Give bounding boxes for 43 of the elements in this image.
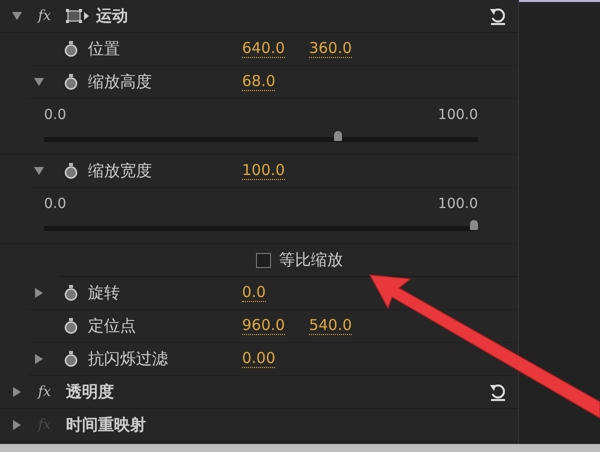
- property-name: 定位点: [88, 316, 137, 336]
- reset-icon[interactable]: [488, 382, 508, 402]
- value-field[interactable]: 640.0: [242, 40, 285, 58]
- collapse-triangle-icon[interactable]: [34, 78, 44, 86]
- fx-badge[interactable]: fx: [38, 8, 60, 24]
- value-field[interactable]: 0.0: [242, 284, 266, 302]
- effect-name: 时间重映射: [66, 414, 146, 436]
- effect-name: 透明度: [66, 382, 114, 402]
- slider-min-label: 0.0: [44, 196, 66, 212]
- collapse-triangle-icon[interactable]: [12, 12, 22, 20]
- fx-badge[interactable]: fx: [38, 384, 60, 400]
- value-field[interactable]: 100.0: [242, 162, 285, 180]
- checkbox[interactable]: [256, 252, 271, 268]
- slider-min-label: 0.0: [44, 107, 66, 123]
- expand-triangle-icon[interactable]: [13, 387, 21, 397]
- slider-thumb[interactable]: [334, 131, 342, 141]
- value-field[interactable]: 960.0: [242, 317, 285, 335]
- checkbox-label: 等比缩放: [279, 250, 343, 270]
- transform-box-icon[interactable]: [66, 9, 90, 23]
- property-name: 位置: [88, 38, 121, 60]
- expand-triangle-icon[interactable]: [35, 288, 43, 298]
- slider-thumb[interactable]: [470, 220, 478, 230]
- stopwatch-icon[interactable]: [64, 41, 78, 57]
- property-name: 抗闪烁过滤: [88, 348, 169, 370]
- stopwatch-icon[interactable]: [64, 163, 78, 179]
- stopwatch-icon[interactable]: [64, 285, 78, 301]
- property-name: 旋转: [88, 282, 121, 304]
- stopwatch-icon[interactable]: [64, 74, 78, 90]
- property-name: 缩放宽度: [88, 160, 153, 182]
- expand-triangle-icon[interactable]: [35, 354, 43, 364]
- collapse-triangle-icon[interactable]: [34, 167, 44, 175]
- expand-triangle-icon[interactable]: [13, 420, 21, 430]
- value-field[interactable]: 68.0: [242, 73, 276, 91]
- value-field[interactable]: 540.0: [308, 317, 352, 335]
- value-field[interactable]: 0.00: [242, 350, 276, 368]
- slider-max-label: 100.0: [438, 196, 478, 212]
- stopwatch-icon[interactable]: [64, 318, 78, 334]
- stopwatch-icon[interactable]: [64, 351, 78, 367]
- value-field[interactable]: 360.0: [308, 40, 352, 58]
- effect-name: 运动: [96, 6, 128, 26]
- property-name: 缩放高度: [88, 72, 153, 92]
- slider-max-label: 100.0: [438, 107, 478, 123]
- reset-icon[interactable]: [488, 6, 508, 26]
